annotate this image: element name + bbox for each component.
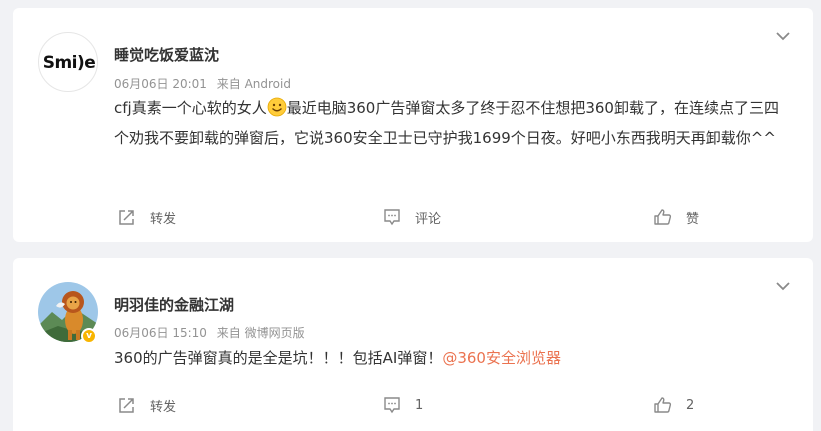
- avatar[interactable]: Smi)e: [38, 32, 98, 92]
- smile-emoji-icon: [267, 97, 287, 117]
- comment-button[interactable]: 1: [382, 394, 423, 416]
- post-date[interactable]: 06月06日 15:10: [114, 326, 207, 340]
- post-actions: 转发 1 2: [13, 394, 813, 416]
- username[interactable]: 明羽佳的金融江湖: [114, 294, 234, 315]
- comment-button[interactable]: 评论: [382, 206, 441, 228]
- post-source: 来自 微博网页版: [216, 326, 305, 340]
- like-button[interactable]: 2: [653, 394, 694, 416]
- post-card: Smi)e 睡觉吃饭爱蓝沈 06月06日 20:01 来自 Android cf…: [13, 8, 813, 242]
- post-content: 360的广告弹窗真的是全是坑！！！包括AI弹窗！@360安全浏览器: [114, 343, 786, 373]
- chevron-down-icon[interactable]: [775, 30, 791, 42]
- post-actions: 转发 评论 赞: [13, 206, 813, 228]
- avatar-text: Smi)e: [42, 53, 96, 73]
- comment-icon: [384, 397, 400, 414]
- verified-badge: v: [81, 328, 97, 344]
- repost-button[interactable]: 转发: [117, 206, 176, 228]
- post-source: 来自 Android: [216, 77, 291, 91]
- chevron-down-icon[interactable]: [775, 280, 791, 292]
- like-count: 2: [686, 397, 695, 413]
- post-text: 360的广告弹窗真的是全是坑！！！包括AI弹窗！: [114, 349, 443, 367]
- like-label: 赞: [686, 211, 700, 227]
- repost-label: 转发: [150, 399, 177, 415]
- username[interactable]: 睡觉吃饭爱蓝沈: [114, 44, 219, 65]
- mention-link[interactable]: @360安全浏览器: [442, 349, 561, 367]
- comment-icon: [384, 209, 400, 226]
- post-date[interactable]: 06月06日 20:01: [114, 77, 207, 91]
- like-button[interactable]: 赞: [653, 206, 699, 228]
- repost-icon: [119, 210, 134, 225]
- post-text: cfj真素一个心软的女人: [114, 99, 267, 117]
- repost-label: 转发: [150, 211, 177, 227]
- repost-icon: [119, 398, 134, 413]
- post-content: cfj真素一个心软的女人 最近电脑360广告弹窗太多了终于忍不住想把360卸载了，…: [114, 93, 786, 153]
- post-meta: 06月06日 20:01 来自 Android: [114, 75, 291, 92]
- thumbs-up-icon: [654, 209, 672, 225]
- thumbs-up-icon: [654, 397, 672, 413]
- comment-label: 评论: [415, 211, 442, 227]
- comment-count: 1: [415, 397, 424, 413]
- post-meta: 06月06日 15:10 来自 微博网页版: [114, 324, 305, 341]
- post-card: v 明羽佳的金融江湖 06月06日 15:10 来自 微博网页版 360的广告弹…: [13, 258, 813, 431]
- repost-button[interactable]: 转发: [117, 394, 176, 416]
